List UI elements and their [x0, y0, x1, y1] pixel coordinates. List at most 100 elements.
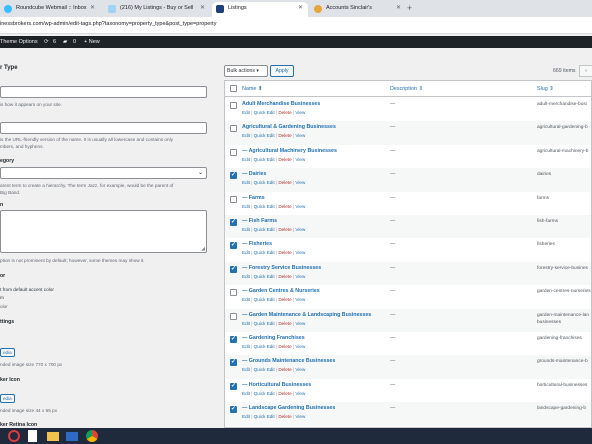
delete-link[interactable]: Delete: [278, 227, 291, 232]
row-checkbox[interactable]: [230, 241, 237, 250]
close-icon[interactable]: ✕: [298, 2, 303, 15]
row-checkbox[interactable]: [230, 218, 237, 226]
edit-link[interactable]: Edit: [242, 180, 250, 185]
file-icon[interactable]: [28, 430, 37, 442]
term-name-link[interactable]: — Forestry Service Businesses: [242, 265, 321, 271]
quick-edit-link[interactable]: Quick Edit: [254, 110, 275, 115]
delete-link[interactable]: Delete: [278, 274, 291, 279]
resize-handle-icon[interactable]: ◢: [201, 246, 205, 252]
term-name-link[interactable]: — Grounds Maintenance Businesses: [242, 358, 335, 364]
column-description[interactable]: Description ⇕: [390, 86, 423, 92]
term-name-link[interactable]: — Agricultural Machinery Businesses: [242, 148, 337, 154]
row-checkbox[interactable]: [230, 265, 237, 273]
term-name-link[interactable]: — Farms: [242, 195, 265, 201]
tab-roundcube[interactable]: Roundcube Webmail :: Inbox ✕: [0, 2, 100, 17]
folder-icon[interactable]: [47, 432, 59, 441]
delete-link[interactable]: Delete: [278, 250, 291, 255]
edit-link[interactable]: Edit: [242, 414, 250, 419]
row-checkbox[interactable]: [230, 125, 237, 133]
view-link[interactable]: View: [295, 250, 305, 255]
edit-link[interactable]: Edit: [242, 250, 250, 255]
quick-edit-link[interactable]: Quick Edit: [254, 133, 275, 138]
edit-link[interactable]: Edit: [242, 344, 250, 349]
first-page-button[interactable]: «: [579, 65, 592, 77]
row-checkbox[interactable]: [230, 195, 237, 203]
quick-edit-link[interactable]: Quick Edit: [254, 297, 275, 302]
delete-link[interactable]: Delete: [278, 110, 291, 115]
color-option-picker[interactable]: olor: [0, 303, 210, 310]
term-name-link[interactable]: — Garden Centres & Nurseries: [242, 288, 320, 294]
term-name-link[interactable]: — Fish Farms: [242, 218, 277, 224]
quick-edit-link[interactable]: Quick Edit: [254, 367, 275, 372]
delete-link[interactable]: Delete: [278, 204, 291, 209]
quick-edit-link[interactable]: Quick Edit: [254, 321, 275, 326]
color-option-custom[interactable]: m: [0, 294, 210, 301]
quick-edit-link[interactable]: Quick Edit: [254, 391, 275, 396]
theme-options-link[interactable]: Theme Options: [0, 36, 38, 48]
delete-link[interactable]: Delete: [278, 321, 291, 326]
view-link[interactable]: View: [295, 227, 305, 232]
color-option-default[interactable]: t from default accent color: [0, 286, 210, 293]
delete-link[interactable]: Delete: [278, 133, 291, 138]
term-name-link[interactable]: — Fisheries: [242, 241, 272, 247]
close-icon[interactable]: ✕: [90, 2, 95, 15]
view-link[interactable]: View: [295, 367, 305, 372]
parent-select[interactable]: ⌄: [0, 167, 207, 179]
select-all-checkbox[interactable]: [230, 85, 237, 92]
delete-link[interactable]: Delete: [278, 157, 291, 162]
edit-link[interactable]: Edit: [242, 133, 250, 138]
view-link[interactable]: View: [295, 321, 305, 326]
view-link[interactable]: View: [295, 344, 305, 349]
term-name-link[interactable]: Agricultural & Gardening Businesses: [242, 124, 336, 130]
delete-link[interactable]: Delete: [278, 414, 291, 419]
media-button[interactable]: edia: [0, 348, 15, 357]
opera-icon[interactable]: [8, 430, 20, 442]
edit-link[interactable]: Edit: [242, 391, 250, 396]
comment-icon[interactable]: ▰: [63, 36, 67, 48]
term-name-link[interactable]: — Dairies: [242, 171, 266, 177]
tab-accounts[interactable]: Accounts Sinclair's ✕: [310, 2, 406, 17]
delete-link[interactable]: Delete: [278, 367, 291, 372]
view-link[interactable]: View: [295, 110, 305, 115]
view-link[interactable]: View: [295, 391, 305, 396]
comments-count[interactable]: 0: [73, 36, 76, 48]
updates-count[interactable]: 6: [53, 36, 56, 48]
edit-link[interactable]: Edit: [242, 321, 250, 326]
delete-link[interactable]: Delete: [278, 180, 291, 185]
bulk-actions-select[interactable]: Bulk actions ▾: [224, 65, 268, 77]
term-name-link[interactable]: — Garden Maintenance & Landscaping Busin…: [242, 312, 371, 318]
chrome-icon[interactable]: [86, 430, 98, 442]
row-checkbox[interactable]: [230, 335, 237, 343]
term-name-link[interactable]: — Horticultural Businesses: [242, 382, 311, 388]
new-tab-button[interactable]: +: [407, 2, 412, 14]
row-checkbox[interactable]: [230, 358, 237, 367]
view-link[interactable]: View: [295, 180, 305, 185]
delete-link[interactable]: Delete: [278, 297, 291, 302]
delete-link[interactable]: Delete: [278, 391, 291, 396]
term-name-link[interactable]: — Gardening Franchises: [242, 335, 305, 341]
row-checkbox[interactable]: [230, 148, 237, 156]
apply-button[interactable]: Apply: [270, 65, 294, 77]
edit-link[interactable]: Edit: [242, 204, 250, 209]
row-checkbox[interactable]: [230, 382, 237, 390]
view-link[interactable]: View: [295, 274, 305, 279]
column-name[interactable]: Name ⬆: [242, 86, 262, 92]
close-icon[interactable]: ✕: [200, 2, 205, 15]
edit-link[interactable]: Edit: [242, 157, 250, 162]
edit-link[interactable]: Edit: [242, 297, 250, 302]
url-text[interactable]: inessbrokers.com/wp-admin/edit-tags.php?…: [0, 21, 216, 27]
description-textarea[interactable]: ◢: [0, 210, 207, 253]
new-content-link[interactable]: + New: [84, 36, 100, 48]
mail-icon[interactable]: [66, 432, 78, 441]
row-checkbox[interactable]: [230, 405, 237, 414]
edit-link[interactable]: Edit: [242, 227, 250, 232]
close-icon[interactable]: ✕: [396, 2, 401, 15]
edit-link[interactable]: Edit: [242, 110, 250, 115]
view-link[interactable]: View: [295, 204, 305, 209]
address-bar[interactable]: inessbrokers.com/wp-admin/edit-tags.php?…: [0, 17, 592, 34]
delete-link[interactable]: Delete: [278, 344, 291, 349]
row-checkbox[interactable]: [230, 289, 237, 297]
quick-edit-link[interactable]: Quick Edit: [254, 157, 275, 162]
quick-edit-link[interactable]: Quick Edit: [254, 180, 275, 185]
view-link[interactable]: View: [295, 157, 305, 162]
